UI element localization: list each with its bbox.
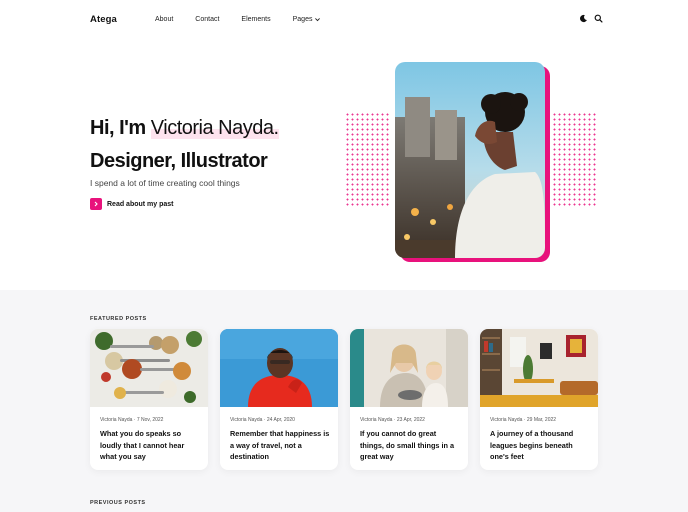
post-title[interactable]: Remember that happiness is a way of trav… (230, 428, 330, 463)
nav-item-label: Elements (241, 16, 271, 23)
post-card[interactable]: Victoria Nayda · 24 Apr, 2020 Remember t… (220, 329, 338, 470)
featured-posts-heading: FEATURED POSTS (90, 316, 147, 322)
nav-item-label: Pages (292, 16, 313, 23)
nav-item-label: About (155, 16, 174, 23)
post-card[interactable]: Victoria Nayda · 7 Nov, 2022 What you do… (90, 329, 208, 470)
dot-pattern-decoration (345, 112, 391, 208)
featured-posts-list: Victoria Nayda · 7 Nov, 2022 What you do… (90, 329, 598, 470)
hero-greeting: Hi, I'm (90, 117, 151, 139)
post-title[interactable]: What you do speaks so loudly that I cann… (100, 428, 200, 463)
hero-title: Hi, I'm Victoria Nayda. Designer, Illust… (90, 112, 279, 178)
nav-item-contact[interactable]: Contact (195, 16, 219, 23)
hero-name: Victoria Nayda. (150, 117, 279, 139)
post-thumbnail-living-room (480, 329, 598, 407)
arrow-right-button[interactable] (90, 198, 102, 210)
post-thumbnail-spices (90, 329, 208, 407)
read-about-label: Read about my past (107, 200, 174, 208)
main-menu: About Contact Elements Pages (155, 16, 343, 23)
previous-posts-heading: PREVIOUS POSTS (90, 500, 146, 506)
chevron-down-icon (315, 18, 321, 22)
post-meta: Victoria Nayda · 7 Nov, 2022 (100, 417, 164, 423)
nav-icons (579, 14, 603, 23)
search-icon[interactable] (594, 14, 603, 23)
top-navigation: Atega About Contact Elements Pages (0, 0, 688, 40)
hero-roles: Designer, Illustrator (90, 150, 268, 172)
read-about-link[interactable]: Read about my past (90, 198, 174, 210)
post-card[interactable]: Victoria Nayda · 23 Apr, 2022 If you can… (350, 329, 468, 470)
post-title[interactable]: A journey of a thousand leagues begins b… (490, 428, 590, 463)
hero-title-line-1: Hi, I'm Victoria Nayda. (90, 112, 279, 145)
hero-section: Atega About Contact Elements Pages Hi, I… (0, 0, 688, 290)
nav-item-elements[interactable]: Elements (241, 16, 270, 23)
post-meta: Victoria Nayda · 23 Apr, 2022 (360, 417, 425, 423)
post-meta: Victoria Nayda · 29 Mar, 2022 (490, 417, 557, 423)
post-thumbnail-man-red-sweater (220, 329, 338, 407)
dot-pattern-decoration (552, 112, 596, 208)
site-logo[interactable]: Atega (90, 14, 117, 25)
moon-icon[interactable] (579, 14, 588, 23)
post-title[interactable]: If you cannot do great things, do small … (360, 428, 460, 463)
post-card[interactable]: Victoria Nayda · 29 Mar, 2022 A journey … (480, 329, 598, 470)
chevron-right-icon (94, 201, 98, 207)
nav-item-label: Contact (195, 16, 220, 23)
hero-tagline: I spend a lot of time creating cool thin… (90, 178, 240, 188)
nav-item-about[interactable]: About (155, 16, 173, 23)
post-thumbnail-mother-child (350, 329, 468, 407)
hero-portrait-image (395, 62, 545, 258)
post-meta: Victoria Nayda · 24 Apr, 2020 (230, 417, 295, 423)
nav-item-pages[interactable]: Pages (293, 16, 322, 23)
